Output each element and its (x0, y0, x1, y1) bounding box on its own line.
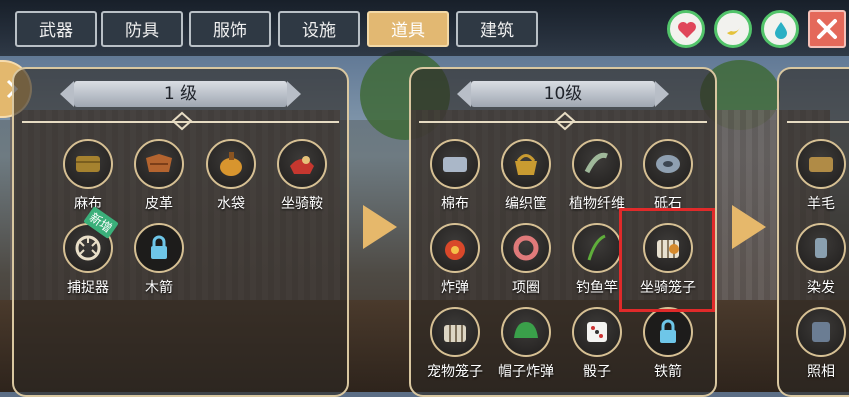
item-label: 骰子 (583, 364, 611, 380)
item-label: 皮革 (145, 196, 173, 212)
trap-icon (75, 235, 101, 261)
item-wool[interactable]: 羊毛 (791, 139, 849, 213)
item-woven-basket[interactable]: 编织筐 (496, 139, 556, 213)
item-label: 编织筐 (505, 196, 547, 212)
item-collar[interactable]: 项圈 (496, 223, 556, 297)
tier-panel-1: 1 级 麻布 皮革 水袋 坐骑鞍 捕捉器 木箭 (12, 67, 349, 397)
item-cotton-cloth[interactable]: 棉布 (425, 139, 485, 213)
tab-buildings[interactable]: 建筑 (456, 11, 538, 47)
cotton-cloth-icon (443, 157, 467, 172)
ornament-icon (171, 111, 193, 131)
item-fishing-rod[interactable]: 钓鱼竿 (567, 223, 627, 297)
item-water-bag[interactable]: 水袋 (201, 139, 261, 213)
pet-cage-icon (444, 325, 466, 342)
item-label: 捕捉器 (67, 280, 109, 296)
item-label: 植物纤维 (569, 196, 625, 212)
item-bomb[interactable]: 炸弹 (425, 223, 485, 297)
water-bag-icon (220, 152, 242, 176)
item-label: 铁箭 (654, 364, 682, 380)
banana-icon (727, 26, 741, 35)
item-dice[interactable]: 骰子 (567, 307, 627, 381)
item-saddle[interactable]: 坐骑鞍 (272, 139, 332, 213)
tier-title: 1 级 (60, 81, 301, 107)
tier-panel-next: 羊毛 染发 照相 (777, 67, 849, 397)
item-label: 炸弹 (441, 280, 469, 296)
item-label: 染发 (807, 280, 835, 296)
close-icon (817, 19, 837, 39)
tab-apparel[interactable]: 服饰 (189, 11, 271, 47)
item-label: 水袋 (217, 196, 245, 212)
hunger-button[interactable] (714, 10, 752, 48)
thirst-button[interactable] (761, 10, 799, 48)
divider (787, 121, 849, 123)
hat-bomb-icon (514, 322, 538, 338)
tab-weapons[interactable]: 武器 (15, 11, 97, 47)
highlight-frame (619, 208, 715, 312)
tab-facilities[interactable]: 设施 (278, 11, 360, 47)
heart-icon (678, 22, 696, 38)
item-leather[interactable]: 皮革 (129, 139, 189, 213)
woven-basket-icon (515, 154, 537, 175)
item-plant-fiber[interactable]: 植物纤维 (567, 139, 627, 213)
item-camera[interactable]: 照相 (791, 307, 849, 381)
fishing-rod-icon (587, 234, 606, 261)
hair-dye-icon (815, 238, 827, 258)
plant-fiber-icon (584, 152, 608, 174)
water-drop-icon (775, 22, 787, 39)
item-label: 羊毛 (807, 196, 835, 212)
item-hair-dye[interactable]: 染发 (791, 223, 849, 297)
ornament-icon (554, 111, 576, 131)
item-label: 坐骑鞍 (281, 196, 323, 212)
linen-icon (76, 156, 100, 172)
bomb-icon (445, 240, 465, 260)
whetstone-icon (656, 155, 680, 173)
health-button[interactable] (667, 10, 705, 48)
item-wooden-arrow-locked[interactable]: 木箭 (129, 223, 189, 297)
tab-armor[interactable]: 防具 (101, 11, 183, 47)
collar-icon (513, 235, 539, 261)
next-tier-arrow[interactable] (363, 205, 397, 249)
item-label: 钓鱼竿 (576, 280, 618, 296)
item-pet-cage[interactable]: 宠物笼子 (425, 307, 485, 381)
wool-icon (809, 157, 833, 172)
category-tab-bar: 武器 防具 服饰 设施 道具 建筑 (0, 0, 849, 56)
item-whetstone[interactable]: 砥石 (638, 139, 698, 213)
item-label: 帽子炸弹 (498, 364, 554, 380)
item-label: 照相 (807, 364, 835, 380)
item-linen[interactable]: 麻布 (58, 139, 118, 213)
dice-icon (587, 322, 607, 342)
camera-icon (812, 322, 830, 342)
leather-icon (146, 154, 172, 172)
lock-icon (151, 235, 167, 259)
item-iron-arrow-locked[interactable]: 铁箭 (638, 307, 698, 381)
saddle-icon (290, 156, 314, 174)
item-label: 麻布 (74, 196, 102, 212)
tab-items[interactable]: 道具 (367, 11, 449, 47)
item-label: 宠物笼子 (427, 364, 483, 380)
lock-icon (660, 319, 676, 343)
item-label: 棉布 (441, 196, 469, 212)
close-button[interactable] (808, 10, 846, 48)
item-label: 项圈 (512, 280, 540, 296)
tier-title: 10级 (457, 81, 669, 107)
item-hat-bomb[interactable]: 帽子炸弹 (496, 307, 556, 381)
item-label: 木箭 (145, 280, 173, 296)
next-tier-arrow[interactable] (732, 205, 766, 249)
